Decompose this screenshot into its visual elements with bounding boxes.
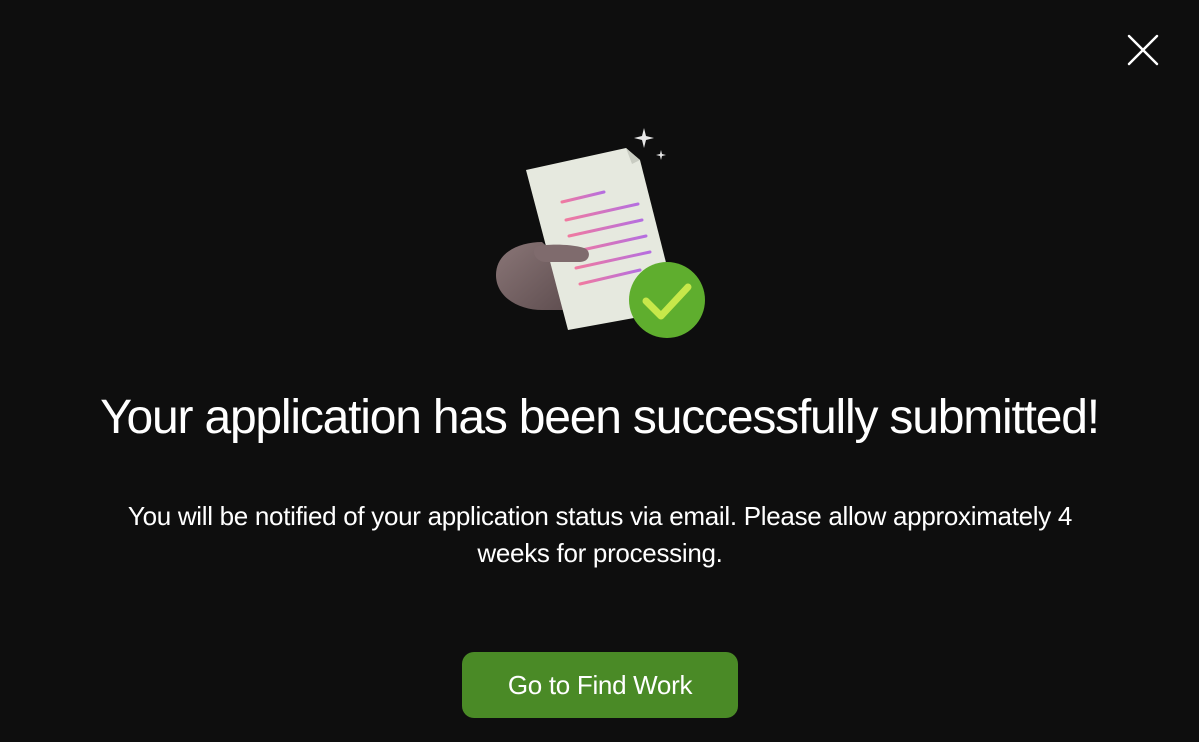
success-dialog: Your application has been successfully s… — [0, 0, 1199, 742]
submission-illustration — [480, 120, 720, 350]
close-icon — [1127, 34, 1159, 66]
check-circle-icon — [629, 262, 705, 338]
sparkle-icon — [634, 128, 666, 160]
dialog-title: Your application has been successfully s… — [100, 391, 1100, 444]
close-button[interactable] — [1121, 28, 1165, 72]
dialog-message: You will be notified of your application… — [127, 501, 1073, 568]
go-to-find-work-button[interactable]: Go to Find Work — [462, 652, 738, 718]
